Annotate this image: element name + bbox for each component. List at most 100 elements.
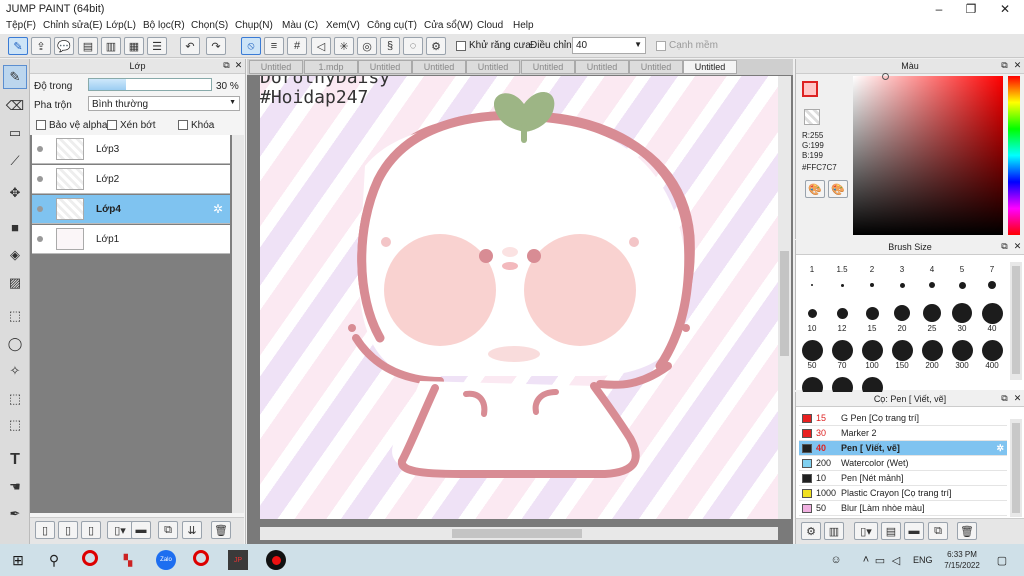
hand-tool-icon[interactable]: ☚ <box>3 475 27 499</box>
brush-list-scrollbar[interactable] <box>1010 419 1022 517</box>
palette-icon[interactable]: 🎨 <box>805 180 825 198</box>
brush-size-option[interactable]: 1 <box>798 265 826 296</box>
opera-gx-icon[interactable] <box>193 550 209 566</box>
blend-dropdown[interactable]: Bình thường ▼ <box>88 96 240 111</box>
menu-filter[interactable]: Bộ lọc(R) <box>143 20 185 31</box>
maximize-button[interactable]: ❐ <box>954 0 988 18</box>
document-tab[interactable]: Untitled <box>575 60 629 74</box>
brush-item[interactable]: 30 Marker 2 <box>799 426 1007 441</box>
volume-icon[interactable]: ◁ <box>886 550 906 570</box>
visibility-icon[interactable] <box>37 176 43 182</box>
parallel-lines-icon[interactable]: ≡ <box>264 37 284 55</box>
brush-size-option[interactable]: 2 <box>858 265 886 296</box>
menu-help[interactable]: Help <box>513 20 534 31</box>
ellipse-icon[interactable]: ◌ <box>403 37 423 55</box>
visibility-icon[interactable] <box>37 236 43 242</box>
layer-row[interactable]: Lớp2 <box>32 165 230 194</box>
soft-edge-checkbox[interactable] <box>656 41 666 51</box>
gear-icon[interactable]: ⚙ <box>426 37 446 55</box>
minimize-button[interactable]: – <box>922 0 956 18</box>
close-button[interactable]: ✕ <box>988 0 1022 18</box>
close-panel-icon[interactable]: ✕ <box>233 60 244 71</box>
menu-select[interactable]: Chọn(S) <box>191 20 228 31</box>
windows-start-icon[interactable]: ⊞ <box>8 550 28 570</box>
gradient-tool-icon[interactable]: ▨ <box>3 271 27 295</box>
new-1bit-layer-icon[interactable]: ▯ <box>81 521 101 539</box>
new-folder-icon[interactable]: ▬ <box>131 521 151 539</box>
add-layer-menu-icon[interactable]: ▯▾ <box>107 521 133 539</box>
float-panel-icon[interactable]: ⧉ <box>221 60 232 71</box>
delete-brush-icon[interactable]: 🗑 <box>957 522 977 540</box>
concentric-icon[interactable]: ◎ <box>357 37 377 55</box>
redo-icon[interactable]: ↷ <box>206 37 226 55</box>
lasso-tool-icon[interactable]: ◯ <box>3 332 27 356</box>
export-icon[interactable]: ⇪ <box>31 37 51 55</box>
document-tab[interactable]: Untitled <box>466 60 520 74</box>
radial-icon[interactable]: ✳ <box>334 37 354 55</box>
select-eraser-tool-icon[interactable]: ⬚ <box>3 413 27 437</box>
text-tool-icon[interactable]: T <box>3 448 27 472</box>
brush-settings-icon[interactable]: ⚙ <box>801 522 821 540</box>
menu-view[interactable]: Xem(V) <box>326 20 360 31</box>
bucket-tool-icon[interactable]: ◈ <box>3 243 27 267</box>
brush-size-option[interactable]: 400 <box>978 339 1006 370</box>
move-tool-icon[interactable]: ✥ <box>3 181 27 205</box>
brush-size-option[interactable]: 1.5 <box>828 265 856 296</box>
merge-layer-icon[interactable]: ⇊ <box>182 521 202 539</box>
document-tab[interactable]: Untitled <box>358 60 412 74</box>
language-indicator[interactable]: ENG <box>913 555 933 565</box>
menu-tools[interactable]: Công cụ(T) <box>367 20 417 31</box>
canvas-horizontal-scrollbar[interactable] <box>260 527 778 540</box>
curve-icon[interactable]: § <box>380 37 400 55</box>
adjust-dropdown[interactable]: 40 ▼ <box>572 37 646 54</box>
brush-size-option[interactable]: 3 <box>888 265 916 296</box>
brush-folder-open-icon[interactable]: ▬ <box>904 522 924 540</box>
document-tab[interactable]: Untitled <box>629 60 683 74</box>
recorder-icon[interactable] <box>266 550 286 570</box>
menu-window[interactable]: Cửa sổ(W) <box>424 20 473 31</box>
transparent-swatch[interactable] <box>804 109 820 125</box>
brush-item[interactable]: 1000 Plastic Crayon [Cọ trang trí] <box>799 486 1007 501</box>
current-color-swatch[interactable] <box>802 81 818 97</box>
zalo-icon[interactable]: Zalo <box>156 550 176 570</box>
menu-file[interactable]: Tệp(F) <box>6 20 36 31</box>
snap-off-icon[interactable]: ⦸ <box>241 37 261 55</box>
antialias-checkbox[interactable] <box>456 41 466 51</box>
opacity-slider[interactable] <box>88 78 212 91</box>
document-tab[interactable]: 1.mdp <box>304 60 358 74</box>
brush-size-option[interactable]: 70 <box>828 339 856 370</box>
brush-size-option[interactable]: 150 <box>888 339 916 370</box>
brush-size-option[interactable]: 10 <box>798 302 826 333</box>
speech-bubble-icon[interactable]: 💬 <box>54 37 74 55</box>
color-picker-cursor[interactable] <box>882 73 889 80</box>
canvas-vertical-scrollbar[interactable] <box>778 76 791 519</box>
brush-size-option[interactable]: 30 <box>948 302 976 333</box>
notifications-icon[interactable]: ▢ <box>992 550 1012 570</box>
brush-tool-icon[interactable]: ✎ <box>8 37 28 55</box>
rectangle-tool-icon[interactable]: ▭ <box>3 121 27 145</box>
brush-size-option[interactable]: 4 <box>918 265 946 296</box>
rect-select-tool-icon[interactable]: ⬚ <box>3 304 27 328</box>
menu-color[interactable]: Màu (C) <box>282 20 318 31</box>
fill-rect-tool-icon[interactable]: ■ <box>3 215 27 239</box>
perspective-icon[interactable]: ◁ <box>311 37 331 55</box>
scroll-thumb[interactable] <box>780 251 789 356</box>
clipping-checkbox[interactable] <box>107 120 117 130</box>
duplicate-layer-icon[interactable]: ⧉ <box>158 521 178 539</box>
menu-layer[interactable]: Lớp(L) <box>106 20 136 31</box>
people-icon[interactable]: ☺ <box>826 550 846 570</box>
magic-wand-tool-icon[interactable]: ✧ <box>3 359 27 383</box>
new-layer-icon[interactable]: ▯ <box>35 521 55 539</box>
duplicate-brush-icon[interactable]: ⧉ <box>928 522 948 540</box>
scroll-thumb[interactable] <box>1012 423 1020 513</box>
visibility-icon[interactable] <box>37 146 43 152</box>
visibility-icon[interactable] <box>37 206 43 212</box>
layer-scrollbar[interactable] <box>232 135 244 513</box>
float-panel-icon[interactable]: ⧉ <box>999 60 1010 71</box>
brush-item-selected[interactable]: 40 Pen [ Viết, vẽ] ✲ <box>799 441 1007 456</box>
document-tab-active[interactable]: Untitled <box>683 60 737 74</box>
grid-icon[interactable]: # <box>287 37 307 55</box>
clock[interactable]: 6:33 PM 7/15/2022 <box>940 549 984 571</box>
layer-row[interactable]: Lớp3 <box>32 135 230 164</box>
close-panel-icon[interactable]: ✕ <box>1012 60 1023 71</box>
